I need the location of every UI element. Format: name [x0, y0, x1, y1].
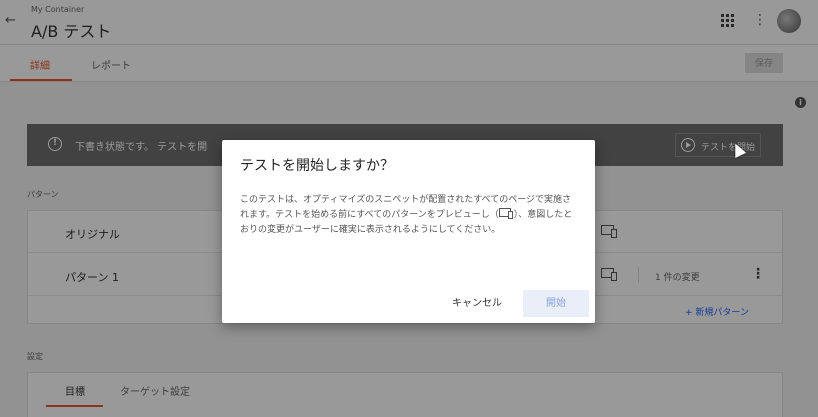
start-test-dialog: テストを開始しますか？ このテストは、オプティマイズのスニペットが配置されたすべ…: [222, 140, 595, 323]
start-button[interactable]: 開始: [523, 290, 589, 317]
dialog-title: テストを開始しますか？: [240, 158, 394, 174]
cancel-button[interactable]: キャンセル: [452, 294, 502, 309]
dialog-body: このテストは、オプティマイズのスニペットが配置されたすべてのページで実施されます…: [240, 193, 580, 238]
preview-icon: [498, 208, 514, 219]
